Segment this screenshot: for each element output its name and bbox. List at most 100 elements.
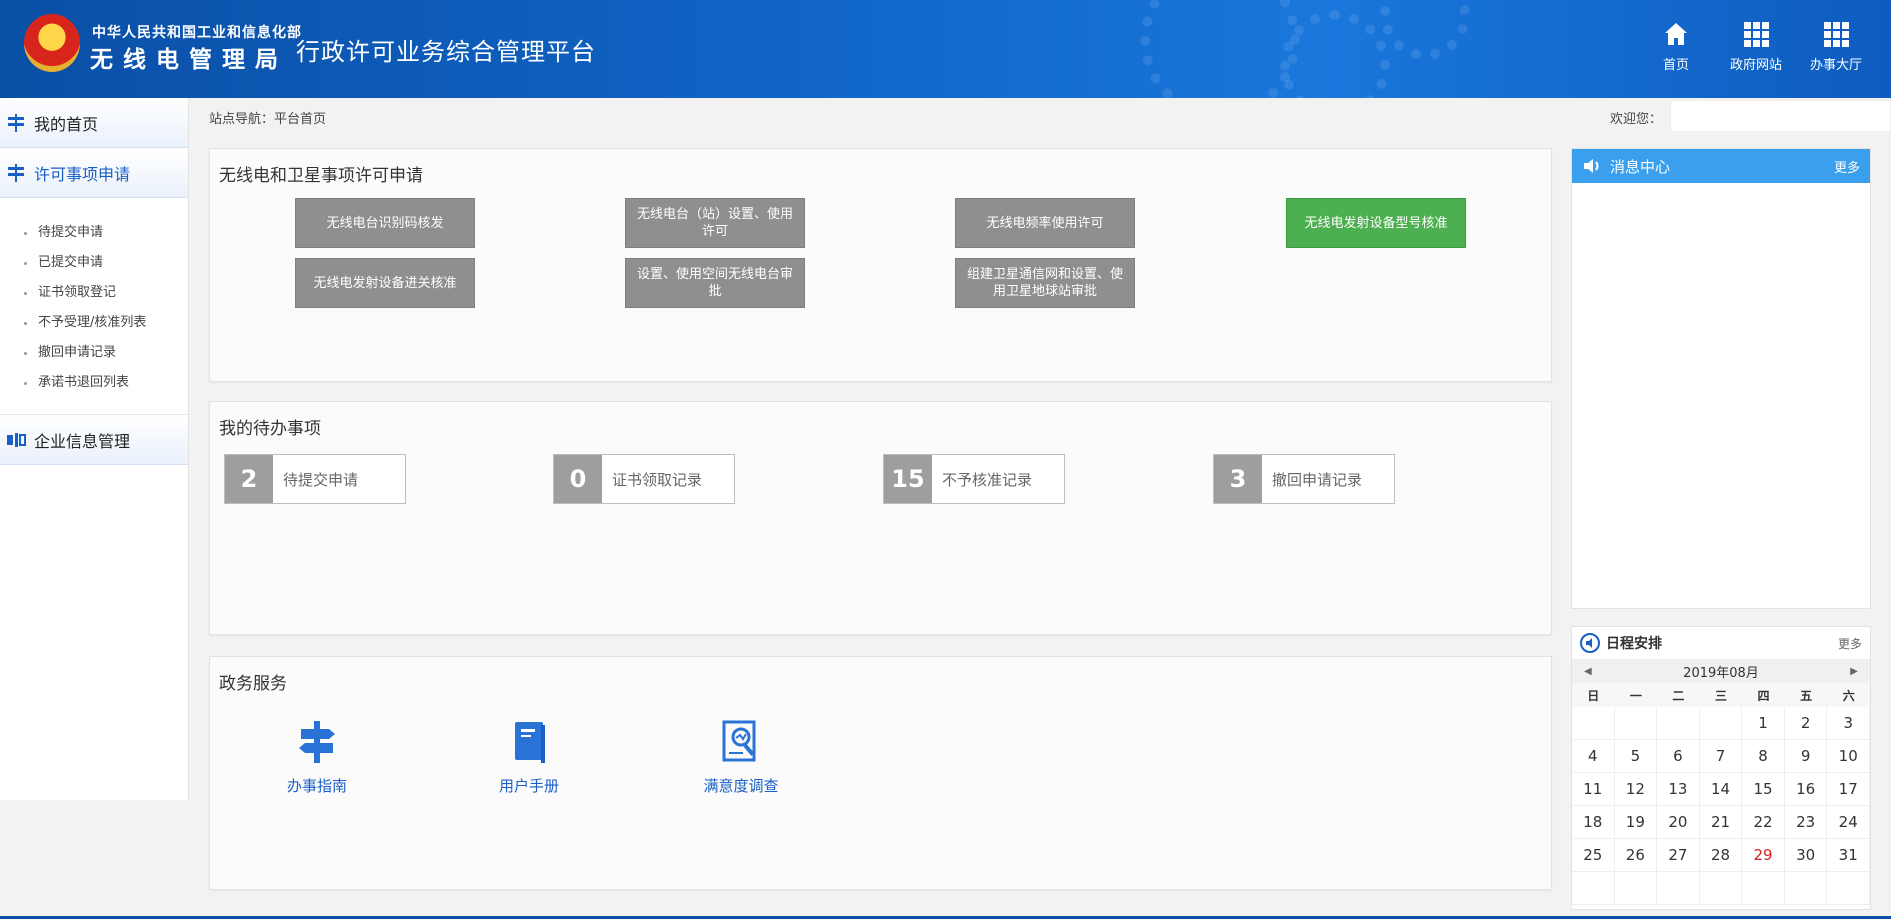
calendar-day[interactable]: 25 xyxy=(1572,839,1615,872)
welcome-user-box xyxy=(1670,100,1891,132)
nav-home[interactable]: 首页 xyxy=(1636,20,1716,73)
calendar-day[interactable]: 8 xyxy=(1742,740,1785,773)
calendar-day[interactable]: 12 xyxy=(1614,773,1658,806)
calendar-day[interactable]: 15 xyxy=(1742,773,1785,806)
prev-month-icon[interactable]: ◀ xyxy=(1584,666,1592,677)
calendar-empty-cell xyxy=(1572,872,1615,905)
permit-button-frequency-license[interactable]: 无线电频率使用许可 xyxy=(955,198,1135,248)
submenu-item[interactable]: 已提交申请 xyxy=(0,248,188,278)
calendar-day[interactable]: 20 xyxy=(1657,806,1700,839)
todo-count: 3 xyxy=(1214,455,1262,503)
grid-icon xyxy=(1744,22,1769,47)
signpost-icon xyxy=(8,163,24,182)
submenu-item[interactable]: 撤回申请记录 xyxy=(0,338,188,368)
calendar-day[interactable]: 28 xyxy=(1699,839,1743,872)
calendar-day[interactable]: 1 xyxy=(1742,707,1785,740)
calendar-day[interactable]: 11 xyxy=(1572,773,1615,806)
todo-count: 15 xyxy=(884,455,932,503)
submenu-item[interactable]: 承诺书退回列表 xyxy=(0,368,188,398)
nav-gov-site-label: 政府网站 xyxy=(1729,58,1782,73)
gear-decoration xyxy=(1380,0,1470,60)
permit-button-station-license[interactable]: 无线电台（站）设置、使用许可 xyxy=(625,198,805,248)
permit-button-callsign[interactable]: 无线电台识别码核发 xyxy=(295,198,475,248)
calendar-day[interactable]: 22 xyxy=(1742,806,1785,839)
speaker-circle-icon xyxy=(1580,633,1600,653)
nav-gov-site[interactable]: 政府网站 xyxy=(1716,20,1796,73)
calendar-day[interactable]: 6 xyxy=(1657,740,1700,773)
permit-button-import-approval[interactable]: 无线电发射设备进关核准 xyxy=(295,258,475,308)
permit-button-space-station-approval[interactable]: 设置、使用空间无线电台审批 xyxy=(625,258,805,308)
calendar-day[interactable]: 27 xyxy=(1657,839,1700,872)
calendar-day[interactable]: 30 xyxy=(1784,839,1828,872)
sidebar-item-label: 企业信息管理 xyxy=(34,431,131,451)
calendar-day[interactable]: 21 xyxy=(1699,806,1743,839)
submenu-label: 承诺书退回列表 xyxy=(38,375,130,390)
calendar-day[interactable]: 10 xyxy=(1827,740,1870,773)
calendar-day[interactable]: 9 xyxy=(1784,740,1828,773)
permit-button-equipment-type-approval[interactable]: 无线电发射设备型号核准 xyxy=(1286,198,1466,248)
signpost-icon xyxy=(8,113,24,132)
government-service-panel: 政务服务 办事指南 用户手册 满意度调查 xyxy=(209,656,1552,890)
calendar-day[interactable]: 23 xyxy=(1784,806,1828,839)
calendar-day[interactable]: 17 xyxy=(1827,773,1870,806)
speaker-icon xyxy=(1584,159,1599,173)
sidebar-item-label: 我的首页 xyxy=(34,114,99,134)
calendar-empty-cell xyxy=(1699,872,1743,905)
calendar-day[interactable]: 13 xyxy=(1657,773,1700,806)
todo-label: 撤回申请记录 xyxy=(1272,470,1363,489)
grid-icon xyxy=(1824,22,1849,47)
todo-item-certificate-collect[interactable]: 0 证书领取记录 xyxy=(553,454,735,504)
todo-item-rejected[interactable]: 15 不予核准记录 xyxy=(883,454,1065,504)
next-month-icon[interactable]: ▶ xyxy=(1850,666,1858,677)
todo-count: 2 xyxy=(225,455,273,503)
calendar-empty-cell xyxy=(1827,872,1870,905)
calendar-empty-cell xyxy=(1742,872,1785,905)
calendar-day[interactable]: 3 xyxy=(1827,707,1870,740)
calendar-day[interactable]: 7 xyxy=(1699,740,1743,773)
schedule-more-link[interactable]: 更多 xyxy=(1838,635,1862,652)
schedule-header: 日程安排 更多 xyxy=(1572,627,1870,659)
calendar-day[interactable]: 2 xyxy=(1784,707,1828,740)
calendar-day[interactable]: 18 xyxy=(1572,806,1615,839)
calendar-day[interactable]: 5 xyxy=(1614,740,1658,773)
submenu-item[interactable]: 证书领取登记 xyxy=(0,278,188,308)
panel-title: 政务服务 xyxy=(219,674,287,694)
todo-label: 不予核准记录 xyxy=(942,470,1033,489)
calendar-day[interactable]: 19 xyxy=(1614,806,1658,839)
service-user-manual[interactable]: 用户手册 xyxy=(469,719,589,796)
calendar-day[interactable]: 14 xyxy=(1699,773,1743,806)
calendar-empty-cell xyxy=(1657,707,1700,740)
service-satisfaction-survey[interactable]: 满意度调查 xyxy=(681,719,801,796)
calendar-day[interactable]: 4 xyxy=(1572,740,1615,773)
submenu-item[interactable]: 待提交申请 xyxy=(0,218,188,248)
permit-button-satellite-network-approval[interactable]: 组建卫星通信网和设置、使用卫星地球站审批 xyxy=(955,258,1135,308)
calendar-empty-cell xyxy=(1614,872,1658,905)
national-emblem-icon: ★ xyxy=(24,14,80,72)
calendar-weekday: 日 xyxy=(1587,688,1600,703)
calendar-day[interactable]: 31 xyxy=(1827,839,1870,872)
calendar-day[interactable]: 16 xyxy=(1784,773,1828,806)
calendar-day[interactable]: 24 xyxy=(1827,806,1870,839)
sidebar-item-permit[interactable]: 许可事项申请 xyxy=(0,148,188,198)
home-icon xyxy=(1665,23,1687,45)
calendar-weekday: 三 xyxy=(1714,688,1727,703)
calendar-weekdays: 日一二三四五六 xyxy=(1572,683,1870,707)
submenu-item[interactable]: 不予受理/核准列表 xyxy=(0,308,188,338)
service-label: 满意度调查 xyxy=(703,777,779,795)
todo-item-withdrawn[interactable]: 3 撤回申请记录 xyxy=(1213,454,1395,504)
message-more-link[interactable]: 更多 xyxy=(1834,157,1860,176)
todo-item-pending-submit[interactable]: 2 待提交申请 xyxy=(224,454,406,504)
calendar-empty-cell xyxy=(1784,872,1828,905)
nav-home-label: 首页 xyxy=(1662,58,1689,73)
sidebar-item-label: 许可事项申请 xyxy=(34,164,131,184)
submenu-label: 证书领取登记 xyxy=(38,285,117,300)
book-icon xyxy=(515,722,545,763)
todo-count: 0 xyxy=(554,455,602,503)
calendar-day[interactable]: 29 xyxy=(1742,839,1785,872)
sidebar-item-enterprise[interactable]: 企业信息管理 xyxy=(0,415,188,465)
submenu-label: 不予受理/核准列表 xyxy=(38,315,147,330)
sidebar-item-home[interactable]: 我的首页 xyxy=(0,98,188,148)
service-guide[interactable]: 办事指南 xyxy=(257,719,377,796)
calendar-day[interactable]: 26 xyxy=(1614,839,1658,872)
nav-service-hall[interactable]: 办事大厅 xyxy=(1796,20,1876,73)
